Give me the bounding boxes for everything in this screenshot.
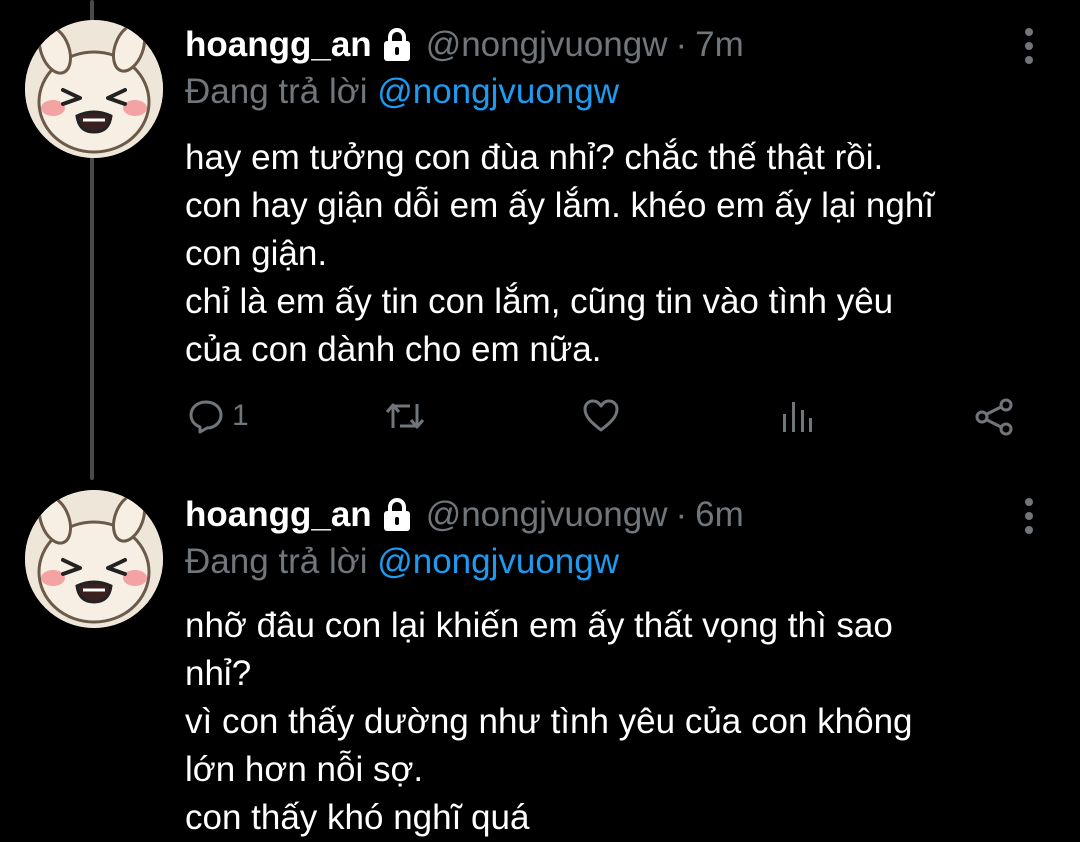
- lock-icon: [382, 497, 412, 533]
- share-icon: [975, 398, 1013, 436]
- tweet-header: hoangg_an @nongjvuongw · 7m: [185, 20, 744, 70]
- avatar[interactable]: [25, 20, 163, 158]
- mention-link[interactable]: @nongjvuongw: [377, 72, 619, 111]
- tweet-line: chỉ là em ấy tin con lắm, cũng tin vào t…: [185, 282, 894, 321]
- tweet-actions: 1: [0, 398, 1080, 448]
- tweet-text: nhỡ đâu con lại khiến em ấy thất vọng th…: [185, 602, 913, 842]
- user-handle[interactable]: @nongjvuongw: [426, 25, 668, 65]
- separator: ·: [675, 495, 688, 534]
- tweet-line: con thấy khó nghĩ quá: [185, 798, 530, 837]
- tweet-header: hoangg_an @nongjvuongw · 6m: [185, 490, 744, 540]
- tweet-line: nhỡ đâu con lại khiến em ấy thất vọng th…: [185, 606, 893, 645]
- tweet-line: con hay giận dỗi em ấy lắm. khéo em ấy l…: [185, 186, 935, 225]
- reply-button[interactable]: 1: [188, 398, 249, 434]
- replying-to: Đang trả lời @nongjvuongw: [185, 72, 619, 112]
- more-vertical-icon[interactable]: [1022, 26, 1036, 66]
- like-button[interactable]: [582, 398, 620, 434]
- retweet-button[interactable]: [384, 398, 426, 434]
- lock-icon: [382, 27, 412, 63]
- tweet-text: hay em tưởng con đùa nhỉ? chắc thế thật …: [185, 134, 934, 374]
- user-handle[interactable]: @nongjvuongw: [426, 495, 668, 535]
- avatar-illustration: [25, 20, 163, 158]
- retweet-icon: [385, 403, 425, 429]
- tweet-line: vì con thấy dường như tình yêu của con k…: [185, 702, 913, 741]
- share-button[interactable]: [974, 398, 1014, 436]
- tweet-line: nhỉ?: [185, 654, 252, 693]
- avatar[interactable]: [25, 490, 163, 628]
- heart-icon: [583, 399, 619, 432]
- more-vertical-icon[interactable]: [1022, 496, 1036, 536]
- replying-prefix: Đang trả lời: [185, 72, 368, 111]
- display-name[interactable]: hoangg_an: [185, 495, 372, 535]
- tweet-line: hay em tưởng con đùa nhỉ? chắc thế thật …: [185, 138, 884, 177]
- replying-prefix: Đang trả lời: [185, 542, 368, 581]
- replying-to: Đang trả lời @nongjvuongw: [185, 542, 619, 582]
- reply-icon: [189, 400, 223, 434]
- reply-count: 1: [232, 399, 249, 432]
- tweet-line: con giận.: [185, 234, 328, 273]
- timestamp[interactable]: 7m: [695, 25, 744, 65]
- tweet-line: lớn hơn nỗi sợ.: [185, 750, 424, 789]
- separator: ·: [675, 25, 688, 64]
- timestamp[interactable]: 6m: [695, 495, 744, 535]
- avatar-illustration: [25, 490, 163, 628]
- display-name[interactable]: hoangg_an: [185, 25, 372, 65]
- tweet-line: của con dành cho em nữa.: [185, 330, 602, 369]
- analytics-button[interactable]: [780, 398, 814, 434]
- analytics-icon: [783, 402, 812, 432]
- mention-link[interactable]: @nongjvuongw: [377, 542, 619, 581]
